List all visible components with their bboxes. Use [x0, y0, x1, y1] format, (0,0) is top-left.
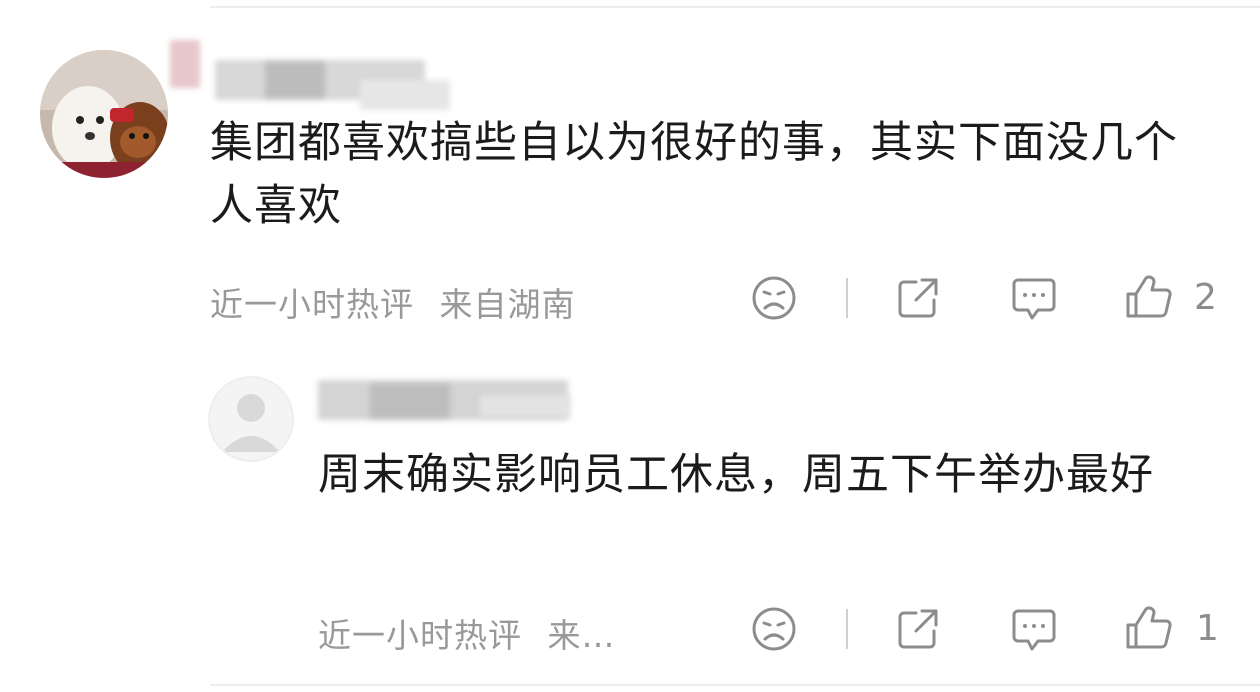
- reply-meta: 近一小时热评 来…: [318, 609, 616, 657]
- bottom-divider: [210, 684, 1260, 686]
- comment-location: 来自湖南: [439, 285, 576, 324]
- thumbs-up-icon[interactable]: [1124, 272, 1174, 322]
- share-icon[interactable]: [894, 605, 942, 653]
- reply-time: 近一小时热评: [318, 616, 522, 655]
- thumbs-up-icon[interactable]: [1124, 603, 1174, 653]
- icon-separator: [846, 609, 848, 649]
- sad-face-icon[interactable]: [750, 274, 798, 322]
- comment-bubble-icon[interactable]: [1010, 605, 1058, 653]
- top-divider: [210, 6, 1260, 8]
- avatar[interactable]: [40, 50, 168, 178]
- like-count: 1: [1196, 608, 1219, 649]
- comment-text: 集团都喜欢搞些自以为很好的事，其实下面没几个人喜欢: [210, 118, 1178, 231]
- comment-bubble-icon[interactable]: [1010, 274, 1058, 322]
- share-icon[interactable]: [894, 274, 942, 322]
- comment-time: 近一小时热评: [210, 285, 414, 324]
- sad-face-icon[interactable]: [750, 605, 798, 653]
- reply-location: 来…: [547, 616, 616, 655]
- icon-separator: [846, 278, 848, 318]
- like-count: 2: [1194, 277, 1217, 318]
- reply-text: 周末确实影响员工休息，周五下午举办最好: [318, 450, 1154, 500]
- comment-meta: 近一小时热评 来自湖南: [210, 278, 576, 326]
- avatar[interactable]: [208, 376, 294, 462]
